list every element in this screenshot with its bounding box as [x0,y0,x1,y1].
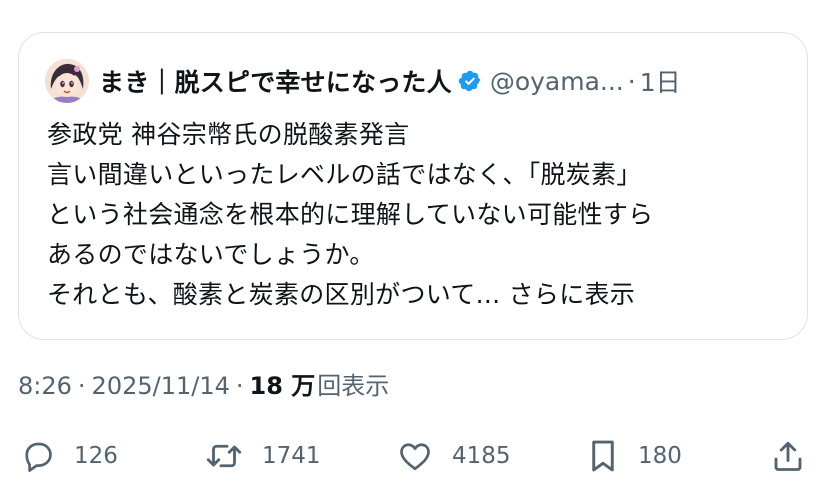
like-count: 4185 [452,443,511,469]
time-separator: · [627,66,636,96]
views-count: 18 万 [249,372,316,400]
quoted-tweet-card[interactable]: まき｜脱スピで幸せになった人 @oyama... · 1日 参政党 神谷宗幣氏の… [18,32,808,340]
author-avatar[interactable] [45,59,89,103]
meta-separator: · [77,372,86,400]
quoted-tweet-author-row: まき｜脱スピで幸せになった人 @oyama... · 1日 [45,59,681,103]
like-button[interactable]: 4185 [396,432,511,480]
tweet-text-line: 言い間違いといったレベルの話ではなく、「脱炭素」 [47,160,642,189]
tweet-action-bar: 126 1741 4185 180 [18,432,813,480]
repost-icon [206,444,242,468]
tweet-meta-row: 8:26 · 2025/11/14 · 18 万 回表示 [18,366,389,401]
tweet-date[interactable]: 2025/11/14 [92,372,230,400]
tweet-text-line: という社会通念を根本的に理解していない可能性すら [47,200,654,229]
repost-count: 1741 [262,443,321,469]
author-display-name[interactable]: まき｜脱スピで幸せになった人 [99,63,452,99]
bookmark-count: 180 [638,443,682,469]
heart-icon [400,443,430,471]
tweet-time[interactable]: 8:26 [18,372,72,400]
meta-separator: · [235,372,244,400]
reply-count: 126 [74,443,118,469]
show-more-link[interactable]: さらに表示 [509,280,636,309]
views-label: 回表示 [317,372,390,400]
quoted-tweet-time[interactable]: 1日 [640,63,681,99]
repost-button[interactable]: 1741 [204,432,321,480]
bookmark-icon [592,440,614,472]
bookmark-button[interactable]: 180 [586,432,682,480]
tweet-text-line: 参政党 神谷宗幣氏の脱酸素発言 [47,120,410,149]
verified-badge-icon [458,70,481,92]
tweet-text-line: あるのではないでしょうか。 [47,240,375,269]
share-button[interactable] [770,432,806,480]
tweet-text-line: それとも、酸素と炭素の区別がついて... [47,280,501,309]
reply-button[interactable]: 126 [20,432,118,480]
avatar-illustration-icon [45,59,89,103]
share-icon [774,441,802,471]
author-handle[interactable]: @oyama... [490,67,624,96]
reply-icon [25,442,52,472]
quoted-tweet-text: 参政党 神谷宗幣氏の脱酸素発言 言い間違いといったレベルの話ではなく、「脱炭素」… [47,115,787,315]
